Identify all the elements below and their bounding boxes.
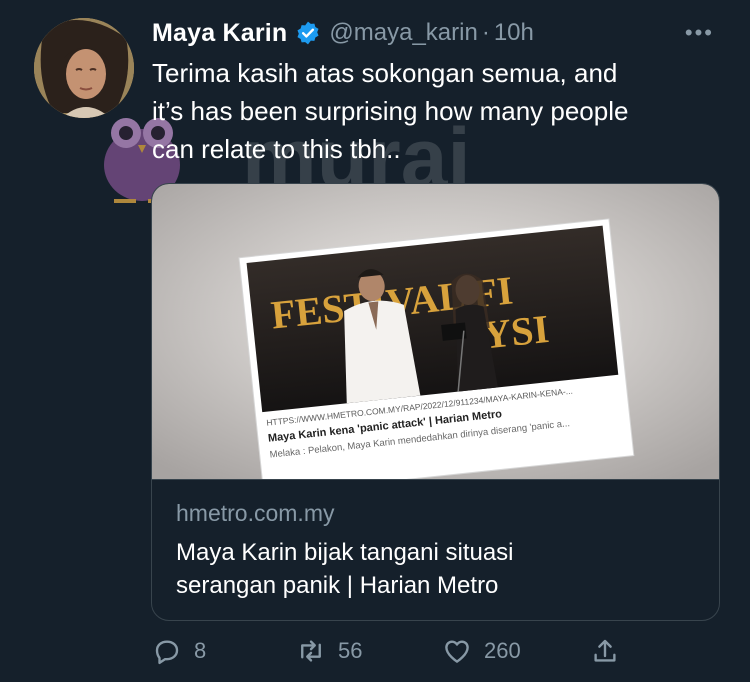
dot-separator: · — [481, 19, 490, 46]
like-button[interactable]: 260 — [442, 636, 521, 666]
tweet-time[interactable]: 10h — [494, 19, 534, 47]
card-title-line: Maya Karin bijak tangani situasi — [176, 539, 514, 566]
tweet-actions: 8 56 260 — [152, 636, 632, 672]
tweet-text-line: Terima kasih atas sokongan semua, and — [152, 58, 618, 88]
tweet-text-line: can relate to this tbh.. — [152, 134, 401, 164]
link-preview-card[interactable]: FESTIVAL FI YSI HTTPS://WWW.HMETRO.COM.M… — [151, 183, 720, 621]
reply-count: 8 — [194, 638, 207, 663]
reply-icon — [155, 640, 179, 665]
card-domain: hmetro.com.my — [176, 500, 335, 526]
verified-badge-icon — [297, 21, 319, 45]
tweet-text: Terima kasih atas sokongan semua, and it… — [152, 54, 722, 168]
avatar[interactable] — [34, 18, 134, 118]
retweet-count: 56 — [338, 638, 363, 663]
card-title: Maya Karin bijak tangani situasi seranga… — [176, 536, 696, 602]
card-image[interactable]: FESTIVAL FI YSI HTTPS://WWW.HMETRO.COM.M… — [152, 184, 719, 479]
retweet-button[interactable]: 56 — [296, 636, 362, 666]
author-handle[interactable]: @maya_karin — [329, 19, 477, 47]
share-button[interactable] — [590, 636, 632, 666]
author-name[interactable]: Maya Karin — [152, 19, 287, 48]
tweet-header: Maya Karin @maya_karin · 10h ••• — [152, 16, 720, 50]
like-count: 260 — [484, 638, 521, 663]
card-meta[interactable]: hmetro.com.my Maya Karin bijak tangani s… — [152, 479, 719, 620]
reply-button[interactable]: 8 — [152, 636, 206, 666]
tweet-text-line: it’s has been surprising how many people — [152, 96, 629, 126]
avatar-photo — [34, 18, 134, 118]
card-title-line: serangan panik | Harian Metro — [176, 572, 499, 599]
share-icon — [594, 639, 616, 662]
retweet-icon — [301, 640, 321, 662]
more-options-icon[interactable]: ••• — [685, 20, 714, 46]
heart-icon — [445, 640, 469, 663]
